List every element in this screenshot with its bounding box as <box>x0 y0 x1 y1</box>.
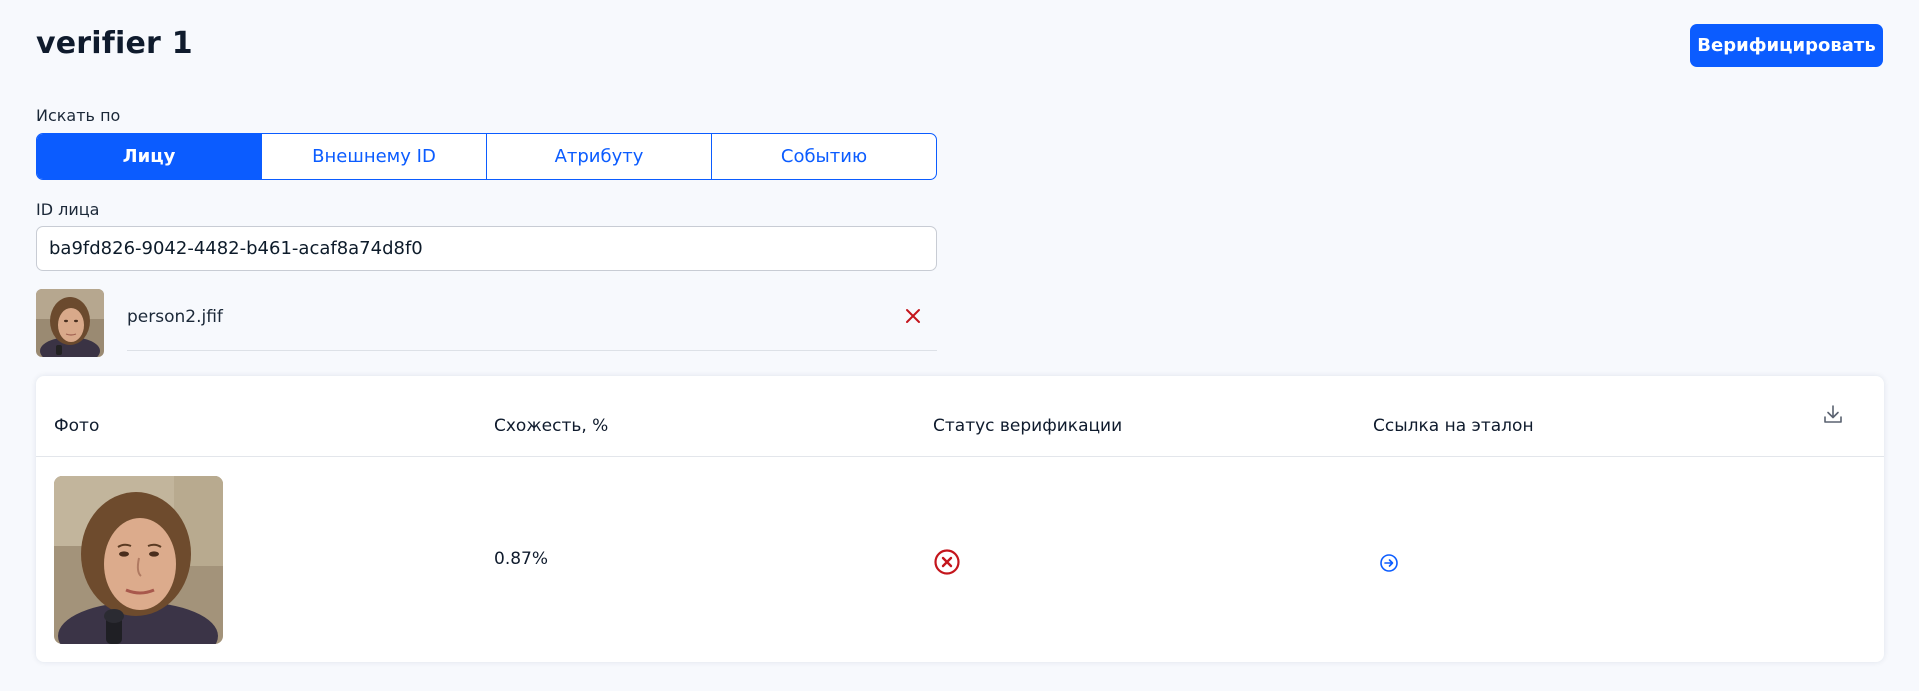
page-title: verifier 1 <box>36 26 193 61</box>
search-mode-selector: Лицу Внешнему ID Атрибуту Событию <box>36 133 937 180</box>
results-table: Фото Схожесть, % Статус верификации Ссыл… <box>36 376 1884 662</box>
file-divider <box>127 350 937 351</box>
download-icon[interactable] <box>1822 403 1844 425</box>
face-id-label: ID лица <box>36 200 100 219</box>
column-header-similarity[interactable]: Схожесть, % <box>494 416 608 436</box>
file-thumbnail <box>36 289 104 357</box>
face-id-input[interactable] <box>36 226 937 271</box>
search-by-label: Искать по <box>36 106 121 125</box>
tab-attribute[interactable]: Атрибуту <box>487 134 712 179</box>
tab-face[interactable]: Лицу <box>37 134 262 179</box>
verify-button[interactable]: Верифицировать <box>1690 24 1883 67</box>
status-failed-icon <box>933 548 961 576</box>
column-header-photo: Фото <box>54 416 100 436</box>
close-icon[interactable] <box>902 305 924 327</box>
arrow-right-circle-icon[interactable] <box>1379 553 1399 573</box>
table-header: Фото Схожесть, % Статус верификации Ссыл… <box>36 376 1884 457</box>
page: verifier 1 Верифицировать Искать по Лицу… <box>0 0 1919 691</box>
tab-external-id[interactable]: Внешнему ID <box>262 134 487 179</box>
tab-event[interactable]: Событию <box>712 134 936 179</box>
row-photo <box>54 476 223 644</box>
similarity-value: 0.87% <box>494 549 549 569</box>
uploaded-file: person2.jfif <box>36 289 937 357</box>
column-header-reference-link: Ссылка на эталон <box>1373 416 1534 436</box>
file-name: person2.jfif <box>127 307 223 327</box>
column-header-status[interactable]: Статус верификации <box>933 416 1122 436</box>
